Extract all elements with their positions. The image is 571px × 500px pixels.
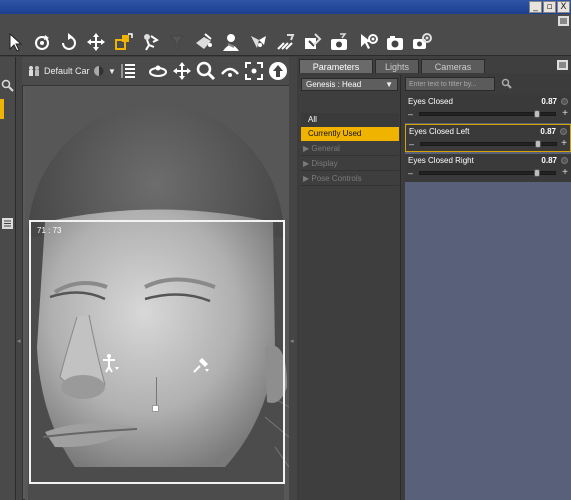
scale-icon[interactable] — [112, 31, 134, 53]
pivot-handle[interactable] — [152, 405, 159, 412]
selection-marker — [0, 99, 4, 119]
filter-input[interactable] — [405, 77, 495, 91]
decrement-button[interactable]: – — [409, 139, 414, 149]
figure-widget-icon[interactable] — [100, 353, 120, 373]
draw-style-icon[interactable] — [93, 65, 105, 77]
parameter-options-icon[interactable] — [561, 157, 568, 164]
rotate-icon[interactable] — [31, 31, 53, 53]
brush-icon[interactable] — [274, 31, 296, 53]
pivot-axis — [156, 377, 157, 405]
group-all[interactable]: All — [301, 113, 399, 127]
node-label: Genesis : Head — [306, 80, 362, 89]
tab-parameters[interactable]: Parameters — [299, 59, 373, 73]
title-bar: _ ▫ X — [0, 0, 571, 14]
parameter-name: Eyes Closed Right — [408, 156, 474, 165]
splitter-grip-icon: ◂ — [290, 338, 294, 345]
category-display[interactable]: ▶ Display — [301, 157, 399, 171]
group-currently-used[interactable]: Currently Used — [301, 127, 399, 141]
pane-menu-icon[interactable] — [557, 60, 568, 70]
chevron-down-icon[interactable]: ▼ — [108, 67, 116, 76]
orbit-icon[interactable] — [147, 60, 169, 82]
slider-track[interactable] — [419, 110, 556, 118]
camera-label: Default Car — [44, 66, 90, 76]
pointer-icon[interactable] — [5, 31, 27, 53]
dolly-icon[interactable] — [219, 60, 241, 82]
figure-icon[interactable] — [220, 31, 242, 53]
category-label: Display — [311, 159, 338, 168]
parameter-value[interactable]: 0.87 — [541, 156, 557, 165]
main-toolbar — [0, 14, 571, 56]
geometry-editor-icon[interactable] — [247, 31, 269, 53]
search-icon[interactable] — [501, 78, 512, 89]
decrement-button[interactable]: – — [408, 109, 413, 119]
aspect-frame: 71 : 73 — [29, 220, 285, 484]
parameter-value[interactable]: 0.87 — [541, 97, 557, 106]
toolbar-menu-icon[interactable] — [558, 16, 569, 26]
increment-button[interactable]: + — [561, 138, 567, 149]
category-pose-controls[interactable]: ▶ Pose Controls — [301, 172, 399, 186]
camera-selector[interactable]: Default Car ▼ — [27, 63, 116, 79]
increment-button[interactable]: + — [562, 167, 568, 178]
up-arrow-icon[interactable] — [267, 60, 289, 82]
move-icon[interactable] — [85, 31, 107, 53]
parameter-options-icon[interactable] — [561, 98, 568, 105]
twist-icon[interactable] — [58, 31, 80, 53]
funnel-icon[interactable] — [166, 31, 188, 53]
category-label: Pose Controls — [311, 174, 362, 183]
parameter-slider[interactable]: Eyes Closed Left 0.87 – + — [405, 124, 571, 152]
slider-track[interactable] — [419, 169, 556, 177]
decrement-button[interactable]: – — [408, 168, 413, 178]
aspect-readout: 71 : 73 — [37, 226, 62, 235]
parameter-value[interactable]: 0.87 — [540, 127, 556, 136]
parameter-list: Eyes Closed 0.87 – + Eyes Closed Left 0.… — [405, 95, 571, 500]
restore-button[interactable]: ▫ — [543, 1, 556, 13]
slider-track[interactable] — [420, 140, 557, 148]
tab-cameras[interactable]: Cameras — [421, 59, 485, 73]
slider-thumb[interactable] — [534, 110, 540, 118]
right-splitter[interactable]: ◂ — [289, 57, 297, 500]
node-weight-icon[interactable] — [301, 31, 323, 53]
viewport-toolbar: Default Car ▼ — [22, 57, 292, 85]
tab-lights[interactable]: Lights — [375, 59, 419, 73]
slider-thumb[interactable] — [534, 169, 540, 177]
node-group-pane: Genesis : Head ▼ All Currently Used ▶ Ge… — [299, 75, 401, 500]
category-general[interactable]: ▶ General — [301, 142, 399, 156]
viewport-menu-icon[interactable] — [119, 60, 141, 82]
expand-arrow-icon: ▶ — [303, 174, 310, 183]
parameter-slider[interactable]: Eyes Closed 0.87 – + — [405, 95, 571, 123]
search-icon[interactable] — [1, 79, 14, 92]
category-label: General — [311, 144, 340, 153]
render-gear-icon[interactable] — [411, 31, 433, 53]
minimize-button[interactable]: _ — [529, 1, 542, 13]
figure-icon — [29, 66, 39, 76]
chevron-down-icon: ▼ — [385, 80, 393, 89]
expand-arrow-icon: ▶ — [303, 144, 310, 153]
camera-icon[interactable] — [328, 31, 350, 53]
joint-editor-icon[interactable] — [139, 31, 161, 53]
pan-icon[interactable] — [171, 60, 193, 82]
node-selector[interactable]: Genesis : Head ▼ — [301, 78, 398, 91]
slider-thumb[interactable] — [535, 140, 541, 148]
render-icon[interactable] — [384, 31, 406, 53]
viewport-3d[interactable]: 71 : 73 — [25, 87, 289, 500]
expand-arrow-icon: ▶ — [303, 159, 310, 168]
render-settings-icon[interactable] — [357, 31, 379, 53]
parameter-slider[interactable]: Eyes Closed Right 0.87 – + — [405, 154, 571, 182]
parameter-options-icon[interactable] — [560, 128, 567, 135]
close-button[interactable]: X — [557, 1, 570, 13]
pane-tabs: Parameters Lights Cameras — [297, 57, 571, 73]
splitter-grip-icon: ◂ — [17, 338, 21, 345]
surface-selection-icon[interactable] — [193, 31, 215, 53]
window-buttons: _ ▫ X — [529, 0, 571, 14]
pin-widget-icon[interactable] — [191, 355, 211, 375]
list-icon[interactable] — [1, 217, 14, 230]
left-dock-strip — [0, 57, 16, 500]
parameter-name: Eyes Closed Left — [409, 127, 470, 136]
zoom-icon[interactable] — [195, 60, 217, 82]
frame-icon[interactable] — [243, 60, 265, 82]
increment-button[interactable]: + — [562, 108, 568, 119]
parameters-pane: Parameters Lights Cameras Genesis : Head… — [297, 57, 571, 500]
parameter-name: Eyes Closed — [408, 97, 453, 106]
